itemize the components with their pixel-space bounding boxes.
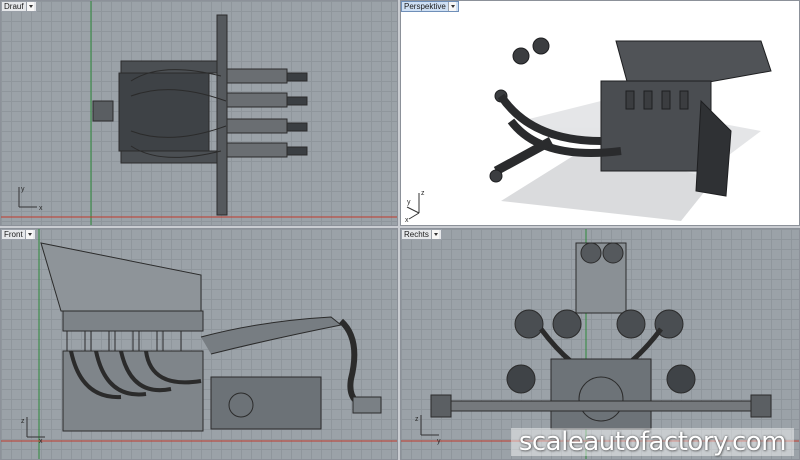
axis-label-z: z (421, 190, 425, 197)
viewport-tab-top[interactable]: Drauf (1, 1, 37, 12)
axis-label-y: y (407, 199, 411, 206)
right-view-wireframe: z y (401, 229, 799, 459)
viewport-tab-right[interactable]: Rechts (401, 229, 442, 240)
viewport-perspective[interactable]: Perspektive z y x (400, 0, 800, 226)
viewport-tab-front[interactable]: Front (1, 229, 36, 240)
viewport-right[interactable]: Rechts z y (400, 228, 800, 460)
chevron-down-icon[interactable] (25, 2, 34, 11)
axis-label-x: x (39, 438, 43, 445)
chevron-down-icon[interactable] (447, 2, 456, 11)
rhino-workspace: Drauf y x Perspektive z y x Front z x Re… (0, 0, 800, 460)
perspective-view-render: z y x (405, 37, 772, 224)
viewport-label: Perspektive (404, 2, 446, 11)
viewport-label: Front (4, 230, 23, 239)
axis-label-x: x (405, 217, 409, 224)
axis-label-z: z (415, 416, 419, 423)
viewport-top[interactable]: Drauf y x (0, 0, 398, 226)
top-view-wireframe: y x (1, 1, 397, 225)
viewport-front[interactable]: Front z x (0, 228, 398, 460)
axis-label-x: x (39, 205, 43, 212)
watermark-text: scaleautofactory.com (510, 428, 794, 456)
viewport-label: Rechts (404, 230, 429, 239)
viewport-tab-perspective[interactable]: Perspektive (401, 1, 459, 12)
front-view-wireframe: z x (1, 229, 397, 459)
axis-label-y: y (21, 186, 25, 193)
viewport-label: Drauf (4, 2, 24, 11)
chevron-down-icon[interactable] (24, 230, 33, 239)
axis-label-y: y (437, 438, 441, 445)
axis-label-z: z (21, 418, 25, 425)
chevron-down-icon[interactable] (430, 230, 439, 239)
